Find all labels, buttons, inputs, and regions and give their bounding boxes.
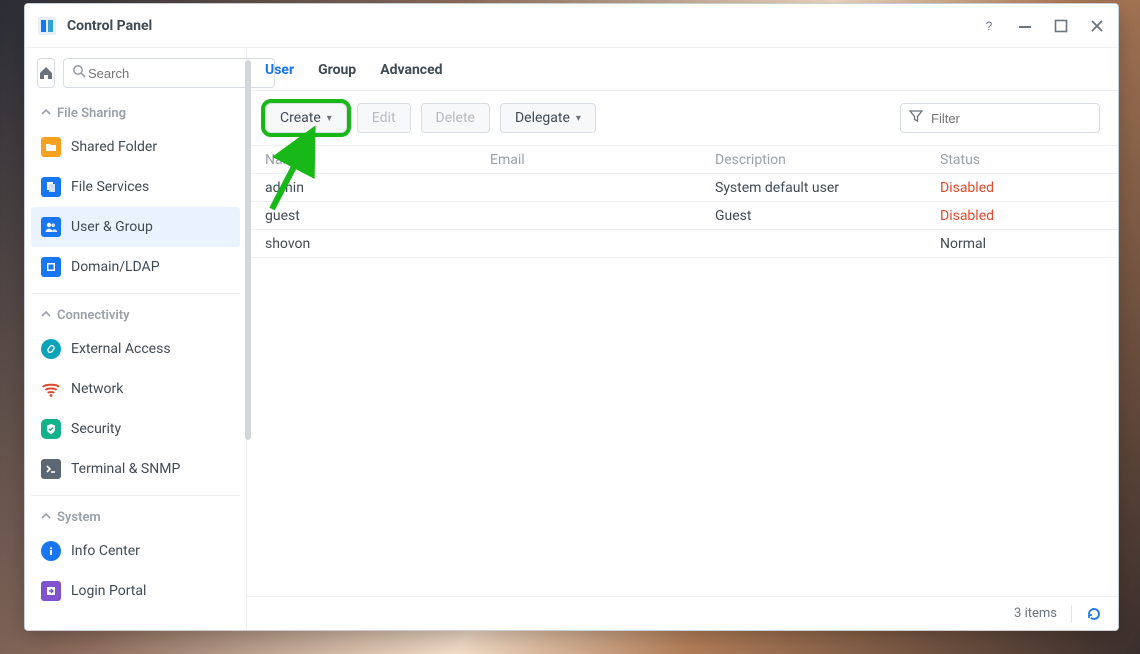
cell-description: System default user xyxy=(697,180,922,196)
chevron-up-icon xyxy=(41,308,51,323)
window-controls: ? xyxy=(980,17,1106,35)
col-header-description[interactable]: Description xyxy=(697,152,922,168)
edit-button[interactable]: Edit xyxy=(357,103,411,133)
tabs: User Group Advanced xyxy=(247,48,1118,91)
file-services-icon xyxy=(41,177,61,197)
close-button[interactable] xyxy=(1088,17,1106,35)
toolbar: Create ▾ Edit Delete Delegate ▾ xyxy=(247,91,1118,146)
link-icon xyxy=(41,339,61,359)
table-row[interactable]: shovon Normal xyxy=(247,230,1118,258)
sidebar-item-label: Network xyxy=(71,381,123,397)
button-label: Create xyxy=(280,110,321,126)
filter-input[interactable] xyxy=(929,110,1109,127)
sidebar-item-label: Domain/LDAP xyxy=(71,259,160,275)
button-label: Edit xyxy=(372,110,396,126)
home-button[interactable] xyxy=(37,58,55,88)
sidebar-item-login-portal[interactable]: Login Portal xyxy=(31,571,240,611)
app-icon xyxy=(37,16,57,36)
table-row[interactable]: guest GuestDisabled xyxy=(247,202,1118,230)
section-title-label: File Sharing xyxy=(57,106,126,121)
section-connectivity[interactable]: Connectivity xyxy=(31,300,240,329)
window-title: Control Panel xyxy=(67,18,152,34)
folder-icon xyxy=(41,137,61,157)
section-file-sharing[interactable]: File Sharing xyxy=(31,98,240,127)
button-label: Delete xyxy=(436,110,475,126)
cell-status: Disabled xyxy=(922,180,1082,196)
sidebar-item-label: File Services xyxy=(71,179,149,195)
table-body: admin System default userDisabled guest Gue… xyxy=(247,174,1118,258)
col-header-label: Name xyxy=(265,152,302,168)
delegate-button[interactable]: Delegate ▾ xyxy=(500,103,596,133)
terminal-icon xyxy=(41,459,61,479)
sidebar-item-label: Info Center xyxy=(71,543,140,559)
cell-status: Normal xyxy=(922,236,1082,252)
caret-down-icon: ▾ xyxy=(576,113,581,124)
tab-advanced[interactable]: Advanced xyxy=(380,62,442,90)
sidebar-item-domain-ldap[interactable]: Domain/LDAP xyxy=(31,247,240,287)
filter-field[interactable] xyxy=(900,103,1100,133)
main-content: User Group Advanced Create ▾ Edit Delete… xyxy=(247,48,1118,630)
sidebar-item-security[interactable]: Security xyxy=(31,409,240,449)
sidebar-item-external-access[interactable]: External Access xyxy=(31,329,240,369)
login-portal-icon xyxy=(41,581,61,601)
item-count: 3 items xyxy=(1014,606,1057,621)
sidebar-separator xyxy=(31,495,240,496)
cell-name: admin xyxy=(247,180,472,196)
cell-status: Disabled xyxy=(922,208,1082,224)
sidebar-separator xyxy=(31,293,240,294)
users-icon xyxy=(41,217,61,237)
footer: 3 items xyxy=(247,596,1118,630)
sidebar-search[interactable] xyxy=(63,58,275,88)
shield-icon xyxy=(41,419,61,439)
refresh-button[interactable] xyxy=(1086,606,1102,622)
delete-button[interactable]: Delete xyxy=(421,103,490,133)
sidebar-item-label: Shared Folder xyxy=(71,139,157,155)
chevron-up-icon xyxy=(41,106,51,121)
col-header-name[interactable]: Name ▴ xyxy=(247,152,472,168)
sidebar-item-label: Login Portal xyxy=(71,583,146,599)
sidebar-item-label: User & Group xyxy=(71,219,153,235)
sidebar-item-label: Security xyxy=(71,421,121,437)
caret-down-icon: ▾ xyxy=(327,113,332,124)
col-header-status[interactable]: Status xyxy=(922,152,1082,168)
domain-icon xyxy=(41,257,61,277)
sidebar-item-label: Terminal & SNMP xyxy=(71,461,180,477)
section-system[interactable]: System xyxy=(31,502,240,531)
sidebar-item-info-center[interactable]: Info Center xyxy=(31,531,240,571)
minimize-button[interactable] xyxy=(1016,17,1034,35)
filter-icon xyxy=(909,109,923,127)
table-row[interactable]: admin System default userDisabled xyxy=(247,174,1118,202)
section-title-label: System xyxy=(57,510,101,525)
sidebar-item-shared-folder[interactable]: Shared Folder xyxy=(31,127,240,167)
info-icon xyxy=(41,541,61,561)
help-button[interactable]: ? xyxy=(980,17,998,35)
sidebar-item-file-services[interactable]: File Services xyxy=(31,167,240,207)
button-label: Delegate xyxy=(515,110,570,126)
tab-group[interactable]: Group xyxy=(318,62,356,90)
sidebar-top xyxy=(31,56,240,98)
search-input[interactable] xyxy=(86,65,266,82)
sidebar-item-terminal-snmp[interactable]: Terminal & SNMP xyxy=(31,449,240,489)
col-header-email[interactable]: Email xyxy=(472,152,697,168)
table-header: Name ▴ Email Description Status xyxy=(247,146,1118,174)
create-button[interactable]: Create ▾ xyxy=(265,103,347,133)
chevron-up-icon xyxy=(41,510,51,525)
sort-asc-icon: ▴ xyxy=(309,156,314,167)
network-icon xyxy=(41,379,61,399)
control-panel-window: Control Panel ? xyxy=(24,3,1119,631)
sidebar: File Sharing Shared Folder File Services… xyxy=(25,48,247,630)
cell-name: shovon xyxy=(247,236,472,252)
footer-divider xyxy=(1071,605,1072,623)
sidebar-item-network[interactable]: Network xyxy=(31,369,240,409)
sidebar-scrollbar[interactable] xyxy=(245,60,251,440)
cell-description: Guest xyxy=(697,208,922,224)
svg-text:?: ? xyxy=(986,19,993,33)
search-icon xyxy=(72,64,86,82)
titlebar: Control Panel ? xyxy=(25,4,1118,48)
sidebar-item-user-group[interactable]: User & Group xyxy=(31,207,240,247)
sidebar-item-label: External Access xyxy=(71,341,171,357)
cell-name: guest xyxy=(247,208,472,224)
section-title-label: Connectivity xyxy=(57,308,130,323)
maximize-button[interactable] xyxy=(1052,17,1070,35)
